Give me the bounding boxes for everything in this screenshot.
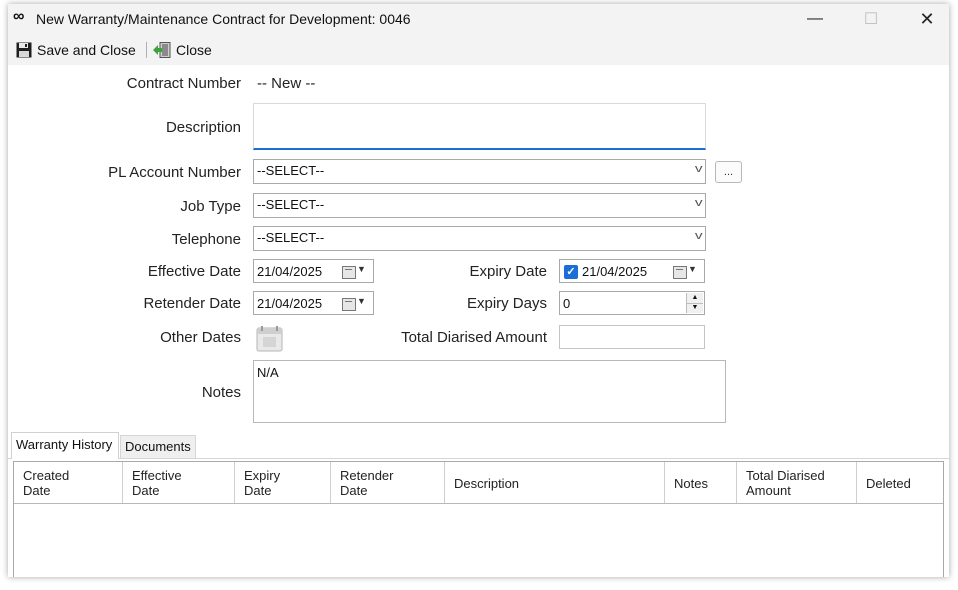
expiry-date-value: 21/04/2025 [582, 264, 648, 279]
job-type-label: Job Type [180, 198, 241, 215]
spin-down-icon[interactable]: ▼ [687, 303, 703, 313]
expiry-days-value: 0 [563, 296, 571, 311]
job-type-value: --SELECT-- [257, 197, 325, 212]
column-header-description[interactable]: Description [445, 462, 665, 503]
toolbar-separator [146, 42, 147, 58]
column-header-total-diarised-amount[interactable]: Total Diarised Amount [737, 462, 857, 503]
column-header-expiry-date[interactable]: Expiry Date [235, 462, 331, 503]
maximize-icon: ☐ [863, 11, 879, 28]
close-icon: ✕ [919, 8, 935, 29]
pl-account-value: --SELECT-- [257, 163, 325, 178]
column-header-line: Created [23, 468, 70, 483]
exit-door-icon [153, 42, 171, 58]
column-header-line: Expiry [244, 468, 281, 483]
save-and-close-button[interactable]: Save and Close [16, 40, 136, 60]
chevron-down-icon: v [694, 163, 703, 175]
expiry-days-label: Expiry Days [466, 295, 547, 312]
notes-textarea[interactable]: N/A [253, 360, 726, 423]
column-header-line: Date [132, 483, 160, 498]
column-header-line: Effective [132, 468, 182, 483]
notes-label: Notes [201, 384, 241, 401]
tab-strip-line [8, 458, 949, 459]
expiry-date-picker[interactable]: ✓ 21/04/2025 ▼ [559, 259, 705, 283]
grid-header: Created Date Effective Date Expiry Date … [14, 462, 943, 504]
column-header-retender-date[interactable]: Retender Date [331, 462, 445, 503]
infinity-icon: ∞ [13, 8, 25, 25]
other-dates-label: Other Dates [160, 329, 241, 346]
tab-label: Documents [125, 439, 191, 454]
chevron-down-icon: v [694, 230, 703, 242]
warranty-history-grid[interactable]: Created Date Effective Date Expiry Date … [13, 461, 944, 577]
pl-account-lookup-button[interactable]: ... [715, 161, 742, 183]
column-header-line: Description [454, 476, 520, 491]
effective-date-label: Effective Date [147, 263, 241, 280]
tab-label: Warranty History [16, 437, 113, 452]
column-header-created-date[interactable]: Created Date [14, 462, 123, 503]
maximize-button[interactable]: ☐ [843, 4, 899, 34]
close-label: Close [176, 42, 212, 58]
column-header-line: Deleted [866, 476, 911, 491]
contract-window: ∞ New Warranty/Maintenance Contract for … [8, 4, 949, 577]
chevron-down-icon: v [694, 197, 703, 209]
window-title: New Warranty/Maintenance Contract for De… [36, 11, 411, 27]
retender-date-label: Retender Date [143, 295, 241, 312]
close-button[interactable]: Close [153, 40, 212, 60]
pl-account-label: PL Account Number [108, 164, 241, 181]
minimize-button[interactable]: — [787, 4, 843, 34]
column-header-line: Date [340, 483, 368, 498]
spin-buttons: ▲ ▼ [686, 293, 703, 313]
other-dates-button[interactable] [256, 325, 283, 352]
description-label: Description [165, 119, 241, 136]
contract-number-label: Contract Number [126, 75, 241, 92]
floppy-disk-icon [16, 42, 32, 58]
title-bar: ∞ New Warranty/Maintenance Contract for … [8, 4, 949, 34]
column-header-line: Date [244, 483, 272, 498]
calendar-icon [673, 266, 687, 279]
column-header-line: Notes [674, 476, 708, 491]
notes-value: N/A [257, 365, 279, 380]
total-diarised-label: Total Diarised Amount [401, 329, 547, 346]
tab-warranty-history[interactable]: Warranty History [11, 432, 119, 459]
dropdown-arrow-icon: ▼ [688, 264, 697, 274]
save-and-close-label: Save and Close [37, 42, 136, 58]
telephone-label: Telephone [171, 231, 241, 248]
dropdown-arrow-icon: ▼ [357, 296, 366, 306]
description-input[interactable] [253, 103, 706, 150]
calendar-icon [342, 266, 356, 279]
expiry-days-stepper[interactable]: 0 ▲ ▼ [559, 291, 705, 315]
retender-date-value: 21/04/2025 [257, 296, 323, 311]
column-header-effective-date[interactable]: Effective Date [123, 462, 235, 503]
dropdown-arrow-icon: ▼ [357, 264, 366, 274]
close-window-button[interactable]: ✕ [899, 4, 949, 34]
effective-date-picker[interactable]: 21/04/2025 ▼ [253, 259, 374, 283]
telephone-select[interactable]: --SELECT-- v [253, 226, 706, 251]
column-header-deleted[interactable]: Deleted [857, 462, 943, 503]
expiry-date-checkbox[interactable]: ✓ [564, 265, 578, 279]
minimize-icon: — [807, 10, 823, 27]
column-header-line: Retender [340, 468, 394, 483]
tab-documents[interactable]: Documents [120, 435, 196, 458]
toolbar: Save and Close Close [8, 34, 949, 65]
column-header-notes[interactable]: Notes [665, 462, 737, 503]
column-header-line: Total Diarised [746, 468, 825, 483]
expiry-date-label: Expiry Date [469, 263, 547, 280]
telephone-value: --SELECT-- [257, 230, 325, 245]
effective-date-value: 21/04/2025 [257, 264, 323, 279]
retender-date-picker[interactable]: 21/04/2025 ▼ [253, 291, 374, 315]
column-header-line: Amount [746, 483, 791, 498]
pl-account-select[interactable]: --SELECT-- v [253, 159, 706, 184]
job-type-select[interactable]: --SELECT-- v [253, 193, 706, 218]
total-diarised-input[interactable] [559, 325, 705, 349]
calendar-icon [342, 298, 356, 311]
calendar-icon [256, 326, 283, 352]
contract-number-value: -- New -- [257, 75, 316, 92]
lookup-label: ... [723, 166, 734, 178]
column-header-line: Date [23, 483, 51, 498]
